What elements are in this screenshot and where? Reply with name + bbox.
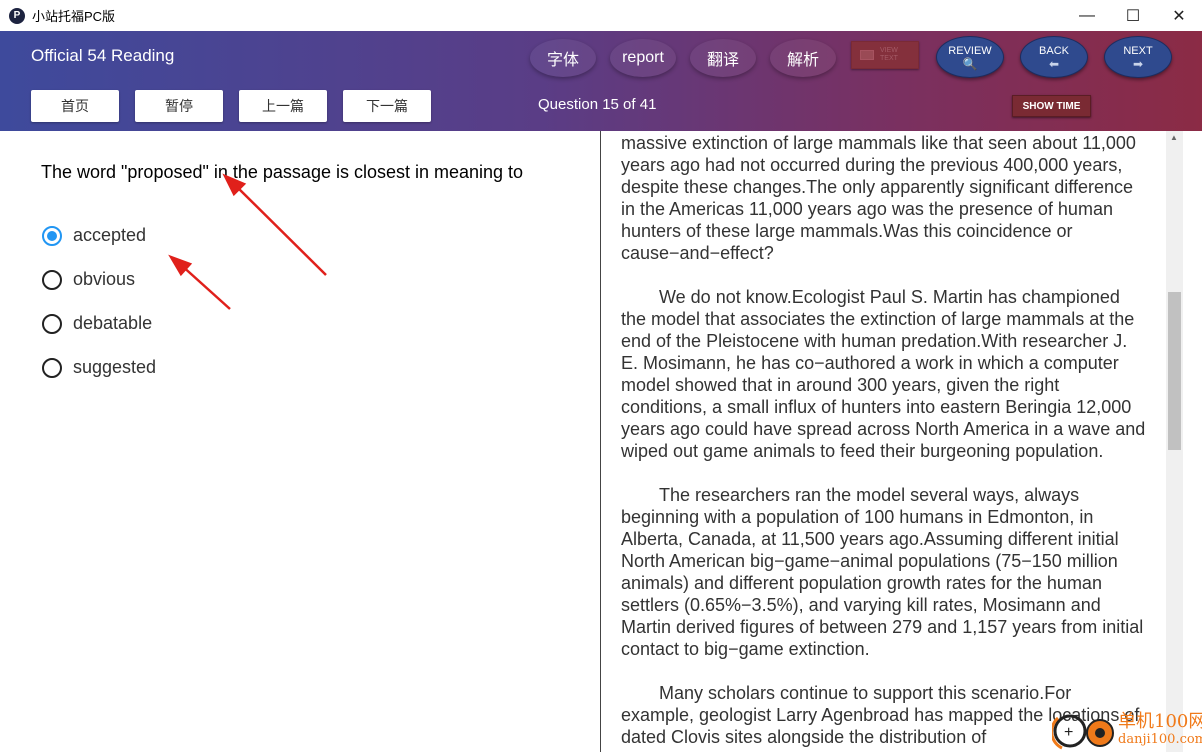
scroll-up-icon[interactable]: ▲ — [1170, 133, 1178, 142]
arrow-left-icon: ⬅ — [1048, 57, 1060, 71]
view-text-label: VIEW — [880, 47, 898, 54]
option-suggested[interactable]: suggested — [42, 357, 156, 378]
arrow-right-icon: ➡ — [1132, 57, 1144, 71]
next-label: NEXT — [1123, 45, 1153, 57]
radio-selected[interactable] — [42, 225, 62, 246]
option-obvious[interactable]: obvious — [42, 269, 135, 290]
passage-pane: massive extinction of large mammals like… — [602, 131, 1202, 752]
watermark-text: 单机100网 — [1118, 711, 1202, 732]
app-title: 小站托福PC版 — [32, 9, 116, 24]
explanation-button[interactable]: 解析 — [770, 39, 836, 77]
next-button[interactable]: NEXT ➡ — [1104, 36, 1172, 78]
option-accepted[interactable]: accepted — [42, 225, 146, 246]
question-text: The word "proposed" in the passage is cl… — [41, 162, 524, 182]
watermark-logo-icon: + — [1052, 714, 1114, 750]
option-debatable[interactable]: debatable — [42, 313, 152, 334]
scrollbar-thumb[interactable] — [1168, 292, 1181, 450]
show-time-button[interactable]: SHOW TIME — [1012, 95, 1091, 117]
passage-paragraph: The researchers ran the model several wa… — [621, 485, 1144, 659]
review-label: REVIEW — [948, 45, 992, 57]
passage-paragraph: massive extinction of large mammals like… — [621, 133, 1136, 263]
font-button[interactable]: 字体 — [530, 39, 596, 77]
report-button[interactable]: report — [610, 39, 676, 77]
test-title: Official 54 Reading — [31, 46, 175, 65]
option-label: accepted — [73, 225, 147, 245]
maximize-button[interactable]: ☐ — [1110, 0, 1156, 31]
magnifier-icon: 🔍 — [962, 57, 978, 71]
back-button[interactable]: BACK ⬅ — [1020, 36, 1088, 78]
view-text-icon — [860, 50, 874, 60]
watermark: + 单机100网 danji100.com — [1052, 710, 1202, 752]
passage-text: massive extinction of large mammals like… — [621, 132, 1147, 752]
app-logo-icon: P — [9, 7, 25, 24]
option-label: debatable — [73, 313, 153, 333]
watermark-url: danji100.com — [1118, 732, 1202, 747]
next-passage-button[interactable]: 下一篇 — [343, 90, 431, 122]
passage-paragraph: We do not know.Ecologist Paul S. Martin … — [621, 287, 1146, 461]
radio[interactable] — [42, 357, 62, 378]
svg-text:+: + — [1064, 724, 1073, 741]
view-text-label-2: TEXT — [880, 55, 898, 62]
passage-scrollbar[interactable]: ▲ — [1166, 131, 1183, 752]
option-label: obvious — [73, 269, 136, 289]
close-button[interactable]: ✕ — [1156, 0, 1202, 31]
home-button[interactable]: 首页 — [31, 90, 119, 122]
minimize-button[interactable]: — — [1064, 0, 1110, 31]
radio[interactable] — [42, 269, 62, 290]
option-label: suggested — [73, 357, 157, 377]
previous-passage-button[interactable]: 上一篇 — [239, 90, 327, 122]
question-pane: The word "proposed" in the passage is cl… — [0, 131, 601, 752]
question-counter: Question 15 of 41 — [538, 96, 657, 113]
header-bar: Official 54 Reading 首页 暂停 上一篇 下一篇 字体 rep… — [0, 31, 1202, 131]
back-label: BACK — [1039, 45, 1069, 57]
translate-button[interactable]: 翻译 — [690, 39, 756, 77]
radio[interactable] — [42, 313, 62, 334]
pause-button[interactable]: 暂停 — [135, 90, 223, 122]
view-text-button[interactable]: VIEW TEXT — [851, 41, 919, 69]
title-bar: P 小站托福PC版 — ☐ ✕ — [0, 0, 1202, 31]
review-button[interactable]: REVIEW 🔍 — [936, 36, 1004, 78]
